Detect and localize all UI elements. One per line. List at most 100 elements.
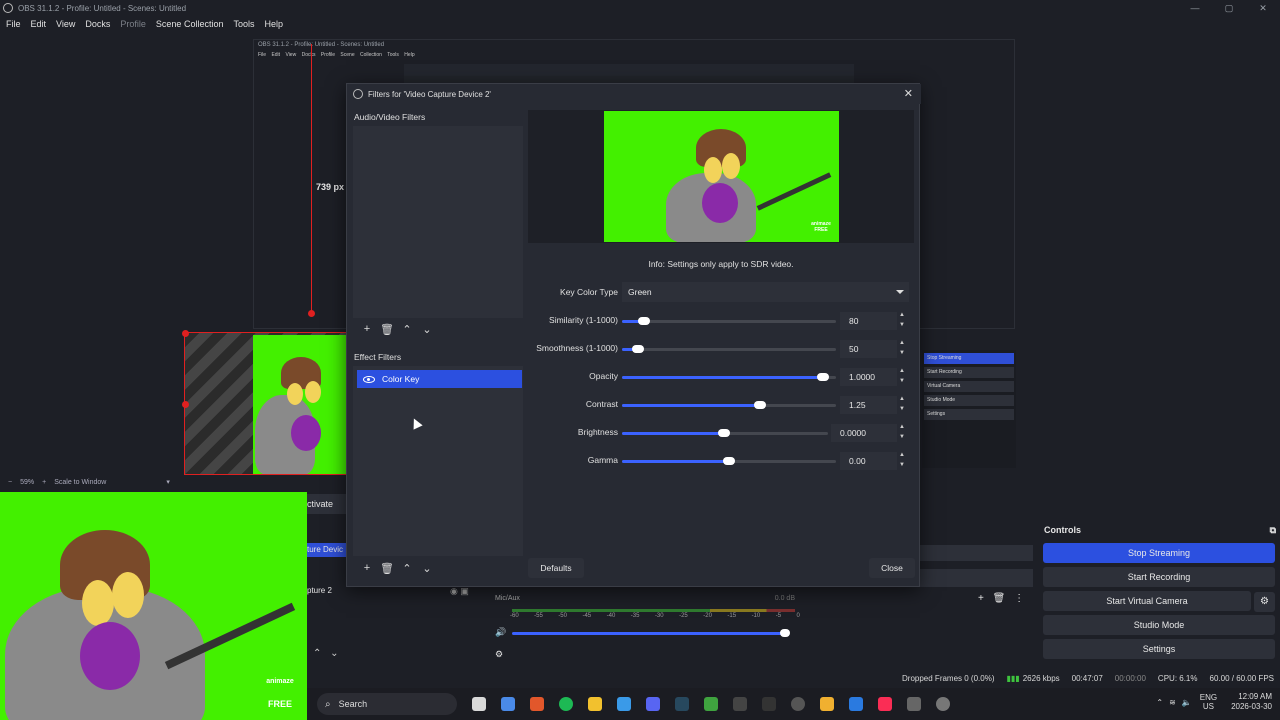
clock[interactable]: 12:09 AM 2026-03-30	[1231, 692, 1272, 712]
similarity-field[interactable]: 80	[840, 312, 897, 330]
transition-select[interactable]	[918, 545, 1033, 561]
start-recording-button[interactable]: Start Recording	[1043, 567, 1275, 587]
smoothness-handle[interactable]	[632, 345, 644, 353]
settings-button[interactable]: Settings	[1043, 639, 1275, 659]
app-icon[interactable]	[907, 697, 921, 711]
more-icon[interactable]: ⋮	[1014, 593, 1024, 604]
effect-filters-list[interactable]	[353, 366, 523, 556]
add-icon[interactable]: +	[978, 593, 984, 604]
spin-arrows-icon[interactable]: ▲ ▼	[899, 394, 905, 414]
language-indicator[interactable]: ENG US	[1200, 693, 1217, 711]
mixer-settings-icon[interactable]: ⚙	[495, 649, 503, 660]
gamma-field[interactable]: 0.00	[840, 452, 897, 470]
volume-slider[interactable]	[512, 632, 782, 635]
copilot-icon[interactable]	[501, 697, 515, 711]
chevron-down-icon[interactable]: ⌄	[417, 562, 437, 575]
chevron-down-icon[interactable]: ⌄	[330, 648, 338, 659]
volume-slider-handle[interactable]	[780, 629, 790, 637]
zoom-out-icon[interactable]: −	[8, 479, 12, 486]
brightness-field[interactable]: 0.0000	[831, 424, 897, 442]
chevron-up-icon[interactable]: ⌃	[397, 562, 417, 575]
brightness-handle[interactable]	[718, 429, 730, 437]
key-color-type-select[interactable]: Green	[622, 282, 909, 302]
trash-icon[interactable]: 🗑	[377, 562, 397, 575]
eye-icon[interactable]	[363, 375, 375, 383]
defaults-button[interactable]: Defaults	[528, 558, 584, 578]
menu-file[interactable]: File	[6, 19, 21, 29]
spin-arrows-icon[interactable]: ▲ ▼	[899, 422, 905, 442]
bounds-handle-top-left[interactable]	[182, 330, 189, 337]
speaker-icon[interactable]: 🔊	[495, 627, 506, 638]
brave-icon[interactable]	[530, 697, 544, 711]
spin-arrows-icon[interactable]: ▲ ▼	[899, 310, 905, 330]
opacity-handle[interactable]	[817, 373, 829, 381]
audio-video-filters-list[interactable]	[353, 126, 523, 318]
scale-mode-select[interactable]: Scale to Window	[54, 479, 106, 486]
menu-edit[interactable]: Edit	[31, 19, 47, 29]
menu-tools[interactable]: Tools	[233, 19, 254, 29]
menu-scene-collection[interactable]: Scene Collection	[156, 19, 224, 29]
app-icon[interactable]	[936, 697, 950, 711]
spin-arrows-icon[interactable]: ▲ ▼	[899, 338, 905, 358]
bounds-handle-left[interactable]	[182, 401, 189, 408]
discord-icon[interactable]	[646, 697, 660, 711]
chevron-down-icon[interactable]: ⌄	[417, 323, 437, 336]
contrast-handle[interactable]	[754, 401, 766, 409]
dock-float-icon[interactable]: ⧉	[1270, 525, 1276, 536]
add-icon[interactable]: +	[357, 323, 377, 336]
similarity-slider[interactable]	[622, 317, 836, 325]
chevron-up-icon[interactable]: ⌃	[1156, 698, 1163, 707]
file-explorer-icon[interactable]	[472, 697, 486, 711]
capcut-icon[interactable]	[733, 697, 747, 711]
start-virtual-camera-button[interactable]: Start Virtual Camera	[1043, 591, 1251, 611]
menu-docks[interactable]: Docks	[85, 19, 110, 29]
spin-arrows-icon[interactable]: ▲ ▼	[899, 366, 905, 386]
menu-view[interactable]: View	[56, 19, 75, 29]
app-icon[interactable]	[820, 697, 834, 711]
close-button[interactable]: Close	[869, 558, 915, 578]
smoothness-slider[interactable]	[622, 345, 836, 353]
steam-icon[interactable]	[675, 697, 689, 711]
opacity-field[interactable]: 1.0000	[840, 368, 897, 386]
source-item[interactable]: pture 2	[307, 586, 332, 595]
studio-mode-button[interactable]: Studio Mode	[1043, 615, 1275, 635]
obs-taskbar-icon[interactable]	[791, 697, 805, 711]
close-window-icon[interactable]: ✕	[1246, 0, 1280, 16]
store-icon[interactable]	[617, 697, 631, 711]
minimize-icon[interactable]: —	[1178, 0, 1212, 16]
minecraft-icon[interactable]	[704, 697, 718, 711]
edge-icon[interactable]	[849, 697, 863, 711]
chevron-up-icon[interactable]: ⌃	[313, 648, 321, 659]
source-item-selected[interactable]: ture Devic	[307, 543, 347, 557]
folder-icon[interactable]	[588, 697, 602, 711]
gamma-slider[interactable]	[622, 457, 836, 465]
gamma-handle[interactable]	[723, 457, 735, 465]
close-icon[interactable]: ✕	[904, 87, 913, 100]
add-icon[interactable]: +	[357, 562, 377, 575]
chevron-down-icon[interactable]: ▾	[166, 478, 170, 486]
selected-source-bounds[interactable]	[184, 332, 349, 475]
smoothness-field[interactable]: 50	[840, 340, 897, 358]
music-icon[interactable]	[878, 697, 892, 711]
opacity-slider[interactable]	[622, 373, 836, 381]
spin-arrows-icon[interactable]: ▲ ▼	[899, 450, 905, 470]
epic-games-icon[interactable]	[762, 697, 776, 711]
lock-icon[interactable]: ▣	[460, 586, 469, 596]
taskbar-search[interactable]: ⌕ Search	[317, 693, 457, 715]
menu-profile[interactable]: Profile	[120, 19, 146, 29]
menu-help[interactable]: Help	[264, 19, 283, 29]
wifi-icon[interactable]: ≋	[1169, 698, 1176, 707]
filter-item-color-key[interactable]: Color Key	[357, 370, 522, 388]
spotify-icon[interactable]	[559, 697, 573, 711]
contrast-field[interactable]: 1.25	[840, 396, 897, 414]
trash-icon[interactable]: 🗑	[377, 323, 397, 336]
virtual-camera-settings-icon[interactable]: ⚙	[1254, 592, 1275, 612]
zoom-in-icon[interactable]: +	[42, 479, 46, 486]
guide-handle[interactable]	[308, 310, 315, 317]
eye-icon[interactable]: ◉	[450, 586, 458, 596]
stop-streaming-button[interactable]: Stop Streaming	[1043, 543, 1275, 563]
trash-icon[interactable]: 🗑	[993, 593, 1006, 604]
brightness-slider[interactable]	[622, 429, 828, 437]
similarity-handle[interactable]	[638, 317, 650, 325]
maximize-icon[interactable]: ▢	[1212, 0, 1246, 16]
